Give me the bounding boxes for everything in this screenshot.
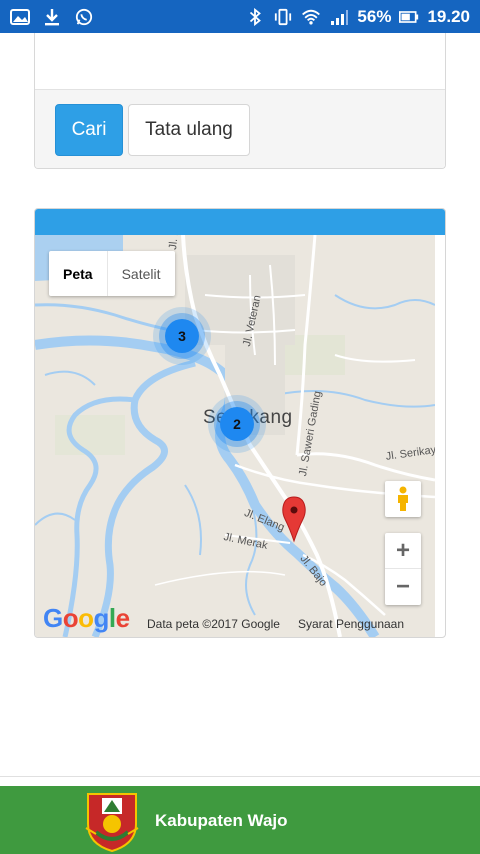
zoom-out-button[interactable]: −: [385, 569, 421, 605]
wifi-icon: [302, 9, 321, 24]
reset-button[interactable]: Tata ulang: [128, 104, 250, 156]
google-logo[interactable]: Google: [43, 603, 130, 634]
kabupaten-wajo-emblem-icon: [85, 793, 139, 852]
search-button[interactable]: Cari: [55, 104, 123, 156]
form-body: [35, 33, 445, 90]
map-type-map-button[interactable]: Peta: [49, 251, 108, 296]
footer-bar: Kabupaten Wajo: [0, 786, 480, 854]
vibrate-icon: [275, 8, 292, 25]
map-type-satellite-button[interactable]: Satelit: [108, 251, 175, 296]
map-data-credit: Data peta ©2017 Google: [147, 617, 280, 631]
clock: 19.20: [427, 6, 470, 26]
street-view-pegman-icon[interactable]: [385, 481, 421, 517]
status-bar: 56% 19.20: [0, 0, 480, 33]
battery-percent: 56%: [357, 6, 392, 26]
map-type-control: Peta Satelit: [49, 251, 175, 296]
map-attribution: Data peta ©2017 Google Syarat Penggunaan: [147, 617, 404, 631]
gallery-icon: [10, 8, 30, 25]
zoom-in-button[interactable]: +: [385, 533, 421, 569]
form-actions: Cari Tata ulang: [35, 90, 445, 168]
bluetooth-icon: [250, 7, 262, 26]
battery-icon: [399, 10, 419, 23]
terms-of-use-link[interactable]: Syarat Penggunaan: [298, 617, 404, 631]
map-canvas[interactable]: Peta Satelit Jl. Po Jl. Veteran Jl. Sawe…: [35, 235, 435, 637]
location-marker-icon: [282, 496, 306, 543]
map-panel: Peta Satelit Jl. Po Jl. Veteran Jl. Sawe…: [34, 208, 446, 638]
footer-divider: [0, 776, 480, 777]
download-icon: [45, 8, 59, 25]
map-panel-header: [35, 209, 445, 235]
marker-cluster[interactable]: 2: [220, 407, 254, 441]
search-form-panel: Cari Tata ulang: [34, 33, 446, 169]
signal-icon: [331, 9, 349, 25]
whatsapp-icon: [75, 8, 93, 25]
footer-title: Kabupaten Wajo: [155, 811, 288, 830]
marker-cluster[interactable]: 3: [165, 319, 199, 353]
zoom-control: + −: [385, 533, 421, 605]
